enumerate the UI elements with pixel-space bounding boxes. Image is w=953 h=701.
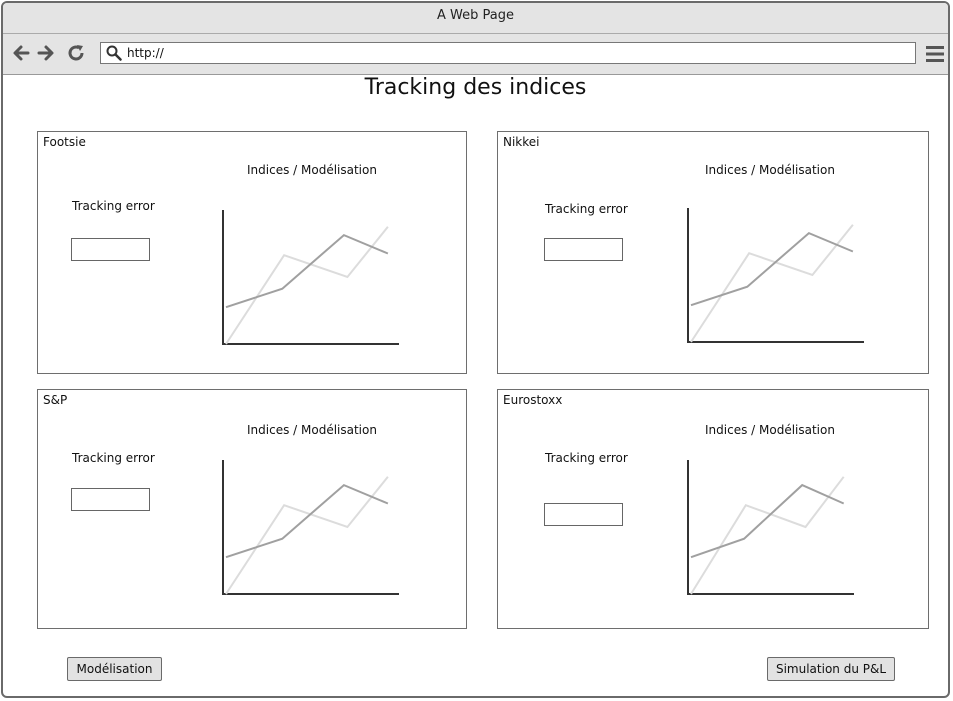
line-chart: [687, 208, 864, 343]
search-icon: [106, 45, 122, 61]
chart-title: Indices / Modélisation: [705, 423, 835, 437]
simulation-pl-button[interactable]: Simulation du P&L: [767, 657, 895, 681]
window-title: A Web Page: [3, 3, 948, 34]
chart-axes: [687, 208, 864, 343]
chart-title: Indices / Modélisation: [247, 163, 377, 177]
address-bar[interactable]: http://: [100, 42, 916, 64]
tracking-error-label: Tracking error: [72, 199, 155, 213]
tracking-error-field[interactable]: [544, 238, 623, 261]
panel-name: Footsie: [43, 135, 86, 149]
panel-nikkei: Nikkei Indices / Modélisation Tracking e…: [497, 131, 929, 374]
tracking-error-label: Tracking error: [545, 202, 628, 216]
page-title: Tracking des indices: [364, 75, 587, 100]
panel-sp: S&P Indices / Modélisation Tracking erro…: [37, 389, 467, 629]
chart-title: Indices / Modélisation: [247, 423, 377, 437]
tracking-error-field[interactable]: [71, 488, 150, 511]
tracking-error-label: Tracking error: [72, 451, 155, 465]
chart-axes: [222, 460, 399, 595]
chart-title: Indices / Modélisation: [705, 163, 835, 177]
tracking-error-field[interactable]: [71, 238, 150, 261]
back-icon[interactable]: [11, 43, 31, 63]
hamburger-menu-icon[interactable]: [925, 45, 945, 63]
address-bar-url: http://: [127, 46, 164, 60]
chart-axes: [222, 210, 399, 345]
tracking-error-field[interactable]: [544, 503, 623, 526]
series-line-1: [225, 483, 389, 559]
panel-eurostoxx: Eurostoxx Indices / Modélisation Trackin…: [497, 389, 929, 629]
chart-axes: [687, 460, 854, 595]
line-chart: [222, 210, 399, 345]
browser-window: A Web Page http:// Tracking des indices: [1, 1, 950, 698]
series-line-1: [690, 231, 854, 307]
forward-icon[interactable]: [36, 43, 56, 63]
reload-icon[interactable]: [66, 43, 86, 63]
series-line-1: [225, 233, 389, 309]
panel-name: Nikkei: [503, 135, 540, 149]
panel-name: S&P: [43, 393, 68, 407]
series-line-1: [690, 483, 845, 559]
line-chart: [687, 460, 854, 595]
panel-name: Eurostoxx: [503, 393, 563, 407]
browser-navbar: http://: [3, 34, 948, 75]
line-chart: [222, 460, 399, 595]
modelisation-button[interactable]: Modélisation: [67, 657, 162, 681]
panel-footsie: Footsie Indices / Modélisation Tracking …: [37, 131, 467, 374]
tracking-error-label: Tracking error: [545, 451, 628, 465]
